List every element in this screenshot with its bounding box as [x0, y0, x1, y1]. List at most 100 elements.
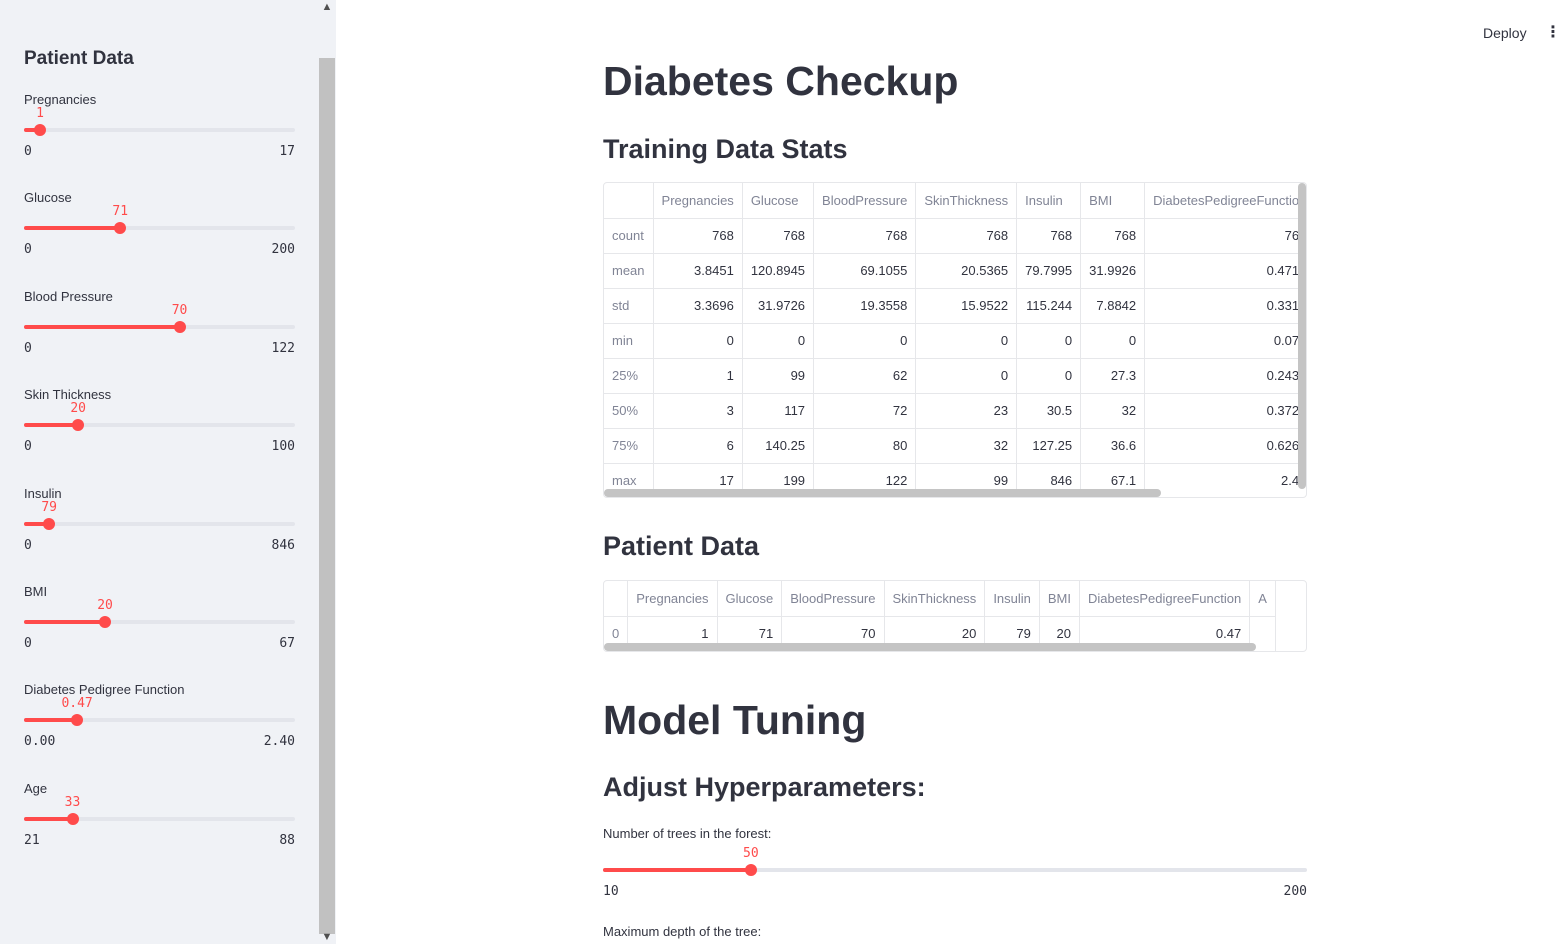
slider-track[interactable] [24, 124, 295, 136]
slider-track[interactable] [24, 419, 295, 431]
table-cell[interactable]: 768 [1016, 218, 1082, 254]
table-cell[interactable]: 0 [653, 323, 743, 359]
row-index[interactable]: mean [604, 253, 654, 289]
scroll-down-icon[interactable]: ▼ [318, 930, 336, 944]
table-cell[interactable]: 72 [813, 393, 917, 429]
table-cell[interactable]: 0.4719 [1144, 253, 1306, 289]
table-cell[interactable]: 768 [915, 218, 1018, 254]
column-header[interactable]: Pregnancies [653, 183, 743, 219]
table-cell[interactable]: 0 [813, 323, 917, 359]
trees-slider[interactable]: Number of trees in the forest: 50 10 200 [603, 826, 1307, 906]
table-cell[interactable]: 36.6 [1080, 428, 1146, 464]
patient-table[interactable]: Pregnancies Glucose BloodPressure SkinThick… [603, 580, 1307, 652]
column-header[interactable]: BloodPressure [781, 581, 885, 617]
row-index[interactable]: min [604, 323, 654, 359]
table-cell[interactable]: 31.9926 [1080, 253, 1146, 289]
table-cell[interactable]: 0.3725 [1144, 393, 1306, 429]
column-header[interactable] [604, 183, 654, 219]
table-cell[interactable]: 19.3558 [813, 288, 917, 324]
column-header[interactable]: Insulin [984, 581, 1040, 617]
table-cell[interactable]: 7.8842 [1080, 288, 1146, 324]
table-cell[interactable]: 32 [915, 428, 1018, 464]
table-cell[interactable]: 99 [742, 358, 815, 394]
slider-track[interactable] [24, 222, 295, 234]
deploy-button[interactable]: Deploy [1483, 25, 1527, 41]
table-cell[interactable]: 0.3313 [1144, 288, 1306, 324]
column-header[interactable]: DiabetesPedigreeFunction [1144, 183, 1306, 219]
table-cell[interactable]: 23 [915, 393, 1018, 429]
table-cell[interactable]: 3.3696 [653, 288, 743, 324]
table-cell[interactable]: 1 [653, 358, 743, 394]
column-header[interactable]: SkinThickness [884, 581, 986, 617]
scroll-up-icon[interactable]: ▲ [318, 0, 336, 14]
column-header[interactable]: A [1249, 581, 1276, 617]
slider-track[interactable] [24, 321, 295, 333]
table-cell[interactable]: 0.2438 [1144, 358, 1306, 394]
table-cell[interactable]: 3.8451 [653, 253, 743, 289]
slider-pregnancies[interactable]: Pregnancies 1 0 17 [24, 92, 295, 172]
slider-diabetes-pedigree-function[interactable]: Diabetes Pedigree Function 0.47 0.00 2.40 [24, 682, 295, 762]
table-cell[interactable]: 0.078 [1144, 323, 1306, 359]
slider-glucose[interactable]: Glucose 71 0 200 [24, 190, 295, 270]
slider-track[interactable] [24, 616, 295, 628]
table-cell[interactable]: 0 [1016, 323, 1082, 359]
slider-skin-thickness[interactable]: Skin Thickness 20 0 100 [24, 387, 295, 467]
column-header[interactable]: Insulin [1016, 183, 1082, 219]
table-cell[interactable]: 0.6263 [1144, 428, 1306, 464]
row-index[interactable]: 25% [604, 358, 654, 394]
row-index[interactable]: 75% [604, 428, 654, 464]
table-cell[interactable]: 6 [653, 428, 743, 464]
table-cell[interactable]: 127.25 [1016, 428, 1082, 464]
sidebar-scroll-thumb[interactable] [319, 58, 335, 934]
column-header[interactable]: Pregnancies [627, 581, 718, 617]
slider-track[interactable] [24, 714, 295, 726]
table-cell[interactable]: 62 [813, 358, 917, 394]
column-header[interactable]: BloodPressure [813, 183, 917, 219]
table-cell[interactable]: 2.42 [1144, 463, 1306, 497]
table-cell[interactable]: 69.1055 [813, 253, 917, 289]
kebab-icon[interactable]: ⋮ [1545, 24, 1561, 42]
table-cell[interactable]: 79.7995 [1016, 253, 1082, 289]
column-header[interactable]: DiabetesPedigreeFunction [1079, 581, 1251, 617]
slider-blood-pressure[interactable]: Blood Pressure 70 0 122 [24, 289, 295, 369]
table-cell[interactable]: 31.9726 [742, 288, 815, 324]
stats-table-vscroll[interactable] [1298, 183, 1306, 489]
table-cell[interactable]: 0 [915, 323, 1018, 359]
stats-table[interactable]: Pregnancies Glucose BloodPressure SkinThick… [603, 182, 1307, 498]
column-header[interactable]: Glucose [717, 581, 783, 617]
row-index[interactable]: 50% [604, 393, 654, 429]
table-cell[interactable]: 0 [742, 323, 815, 359]
sidebar-scrollbar[interactable]: ▲ ▼ [318, 0, 336, 944]
table-cell[interactable]: 115.244 [1016, 288, 1082, 324]
table-cell[interactable]: 27.3 [1080, 358, 1146, 394]
table-cell[interactable]: 768 [1080, 218, 1146, 254]
table-cell[interactable]: 768 [1144, 218, 1306, 254]
table-cell[interactable]: 30.5 [1016, 393, 1082, 429]
slider-track[interactable] [24, 518, 295, 530]
slider-thumb[interactable] [43, 518, 56, 530]
slider-thumb[interactable] [114, 222, 127, 234]
column-header[interactable]: Glucose [742, 183, 815, 219]
slider-thumb[interactable] [33, 124, 46, 136]
slider-thumb[interactable] [72, 419, 85, 431]
column-header[interactable]: BMI [1039, 581, 1081, 617]
table-cell[interactable]: 3 [653, 393, 743, 429]
slider-insulin[interactable]: Insulin 79 0 846 [24, 486, 295, 566]
trees-slider-track[interactable] [603, 864, 1307, 876]
column-header[interactable]: BMI [1080, 183, 1146, 219]
table-cell[interactable]: 768 [813, 218, 917, 254]
column-header[interactable]: SkinThickness [915, 183, 1018, 219]
table-cell[interactable]: 0 [1080, 323, 1146, 359]
table-cell[interactable]: 768 [742, 218, 815, 254]
table-cell[interactable]: 20.5365 [915, 253, 1018, 289]
table-cell[interactable]: 32 [1080, 393, 1146, 429]
patient-table-hscroll[interactable] [604, 643, 1256, 651]
table-cell[interactable]: 80 [813, 428, 917, 464]
slider-track[interactable] [24, 813, 295, 825]
row-index[interactable]: count [604, 218, 654, 254]
table-cell[interactable]: 120.8945 [742, 253, 815, 289]
table-cell[interactable]: 0 [1016, 358, 1082, 394]
column-header[interactable] [604, 581, 629, 617]
slider-bmi[interactable]: BMI 20 0 67 [24, 584, 295, 664]
trees-slider-thumb[interactable] [744, 864, 757, 876]
